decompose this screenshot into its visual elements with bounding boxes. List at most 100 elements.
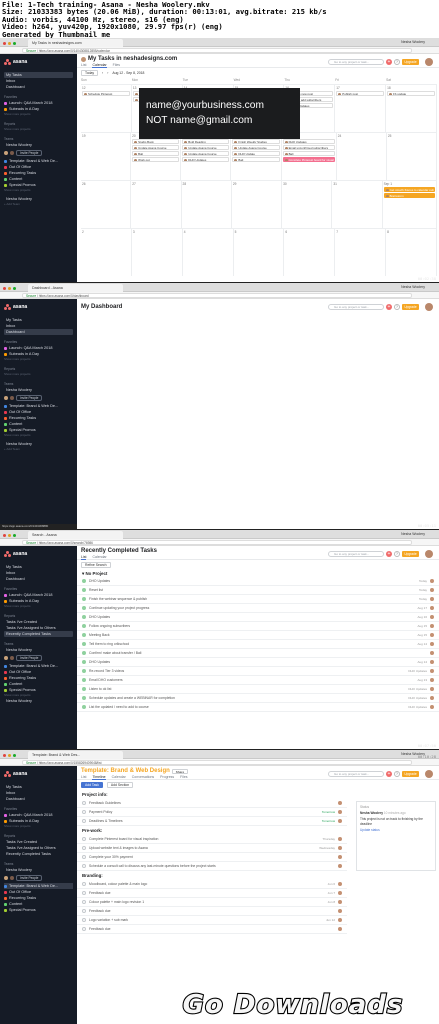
table-row[interactable]: Continue updating your project progress A… [77, 604, 439, 613]
share-button[interactable]: Share [171, 768, 189, 774]
calendar-task[interactable]: Complete Pinterest board for visual [282, 157, 335, 162]
avatar[interactable] [338, 801, 342, 805]
help-icon[interactable]: ? [394, 771, 400, 777]
avatar[interactable] [338, 900, 342, 904]
calendar-day[interactable]: 26 [81, 181, 132, 228]
chevron-left-icon[interactable]: ‹ [102, 71, 103, 75]
browser-tab[interactable]: Template: Brand & Web Des... [28, 751, 123, 759]
tab-files[interactable]: Files [180, 775, 187, 780]
avatar[interactable] [10, 396, 14, 400]
asana-logo[interactable]: asana [4, 769, 73, 779]
search-input[interactable]: Go to any project or task... [328, 771, 384, 777]
avatar[interactable] [430, 624, 434, 628]
table-row[interactable]: Upload website text & images to Asana Wed… [77, 844, 347, 853]
show-more-link[interactable]: Show more projects [4, 604, 73, 609]
section-header[interactable]: Branding: [77, 871, 347, 880]
avatar[interactable] [430, 696, 434, 700]
calendar-task[interactable]: Bali [282, 151, 335, 156]
calendar-day[interactable]: 3 [132, 229, 183, 276]
complete-checkbox[interactable] [82, 810, 86, 814]
browser-tab[interactable]: Search - Asana [28, 531, 123, 539]
show-more-link[interactable]: Show more projects [4, 127, 73, 132]
avatar[interactable] [338, 909, 342, 913]
avatar[interactable] [430, 660, 434, 664]
avatar[interactable] [430, 597, 434, 601]
calendar-task[interactable]: Update Asana Course [182, 151, 230, 156]
table-row[interactable]: Schedule updates and create a WEBINAR fo… [77, 694, 439, 703]
table-row[interactable]: Listen to ok list DHO Updates [77, 685, 439, 694]
complete-checkbox[interactable] [82, 624, 86, 628]
avatar[interactable] [338, 864, 342, 868]
avatar[interactable] [430, 606, 434, 610]
complete-checkbox[interactable] [82, 900, 86, 904]
avatar[interactable] [4, 396, 8, 400]
upgrade-button[interactable]: Upgrade [402, 304, 419, 310]
calendar-day[interactable]: 22Finish Weekly StudiesUpdate Asana Cour… [231, 133, 282, 180]
complete-checkbox[interactable] [82, 909, 86, 913]
avatar[interactable] [430, 687, 434, 691]
team-name[interactable]: Nesha Woolery [4, 698, 73, 704]
calendar-task[interactable]: Studio Book [132, 139, 180, 144]
tab-list[interactable]: List [81, 63, 86, 68]
address-bar[interactable]: Secure | https://app.asana.com/0/search/… [0, 539, 439, 546]
url-field[interactable]: Secure | https://app.asana.com/0/1404308… [22, 48, 412, 53]
table-row[interactable]: Email DHO customers Aug 13 [77, 676, 439, 685]
calendar-task[interactable]: DHO Updates [182, 157, 230, 162]
avatar[interactable] [10, 151, 14, 155]
complete-checkbox[interactable] [82, 687, 86, 691]
complete-checkbox[interactable] [82, 696, 86, 700]
show-more-link[interactable]: Show more projects [4, 357, 73, 362]
add-team-link[interactable]: + Add Team [4, 202, 73, 207]
avatar[interactable] [425, 550, 433, 558]
avatar[interactable] [338, 918, 342, 922]
team-name[interactable]: Nesha Woolery [4, 647, 73, 653]
help-icon[interactable]: ? [394, 304, 400, 310]
asana-logo[interactable]: asana [4, 302, 73, 312]
nav-dashboard[interactable]: Dashboard [4, 84, 73, 90]
table-row[interactable]: Feedback due [77, 907, 347, 916]
table-row[interactable]: Re-record Tier 3 videos DHO Updates [77, 667, 439, 676]
avatar[interactable] [430, 615, 434, 619]
table-row[interactable]: DHO Updates Aug 16 [77, 613, 439, 622]
search-input[interactable]: Go to any project or task... [328, 551, 384, 557]
table-row[interactable]: Complete your 30% payment [77, 853, 347, 862]
complete-checkbox[interactable] [82, 855, 86, 859]
tab-conversations[interactable]: Conversations [132, 775, 154, 780]
calendar-task[interactable]: Publish post [336, 91, 385, 96]
complete-checkbox[interactable] [82, 597, 86, 601]
avatar[interactable] [338, 855, 342, 859]
calendar-task[interactable]: Brainstorm [383, 193, 435, 198]
table-row[interactable]: Moodboard, colour palette & main logo Jun… [77, 880, 347, 889]
url-field[interactable]: Secure | https://app.asana.com/0/1558269… [22, 760, 412, 765]
calendar-task[interactable]: Update Asana Course [232, 145, 280, 150]
avatar[interactable] [338, 837, 342, 841]
complete-checkbox[interactable] [82, 891, 86, 895]
avatar[interactable] [425, 303, 433, 311]
avatar[interactable] [4, 876, 8, 880]
invite-people-button[interactable]: Invite People [16, 395, 43, 401]
table-row[interactable]: Deadlines & Timelines Tomorrow [77, 817, 347, 826]
quick-add-button[interactable]: + [386, 59, 392, 65]
table-row[interactable]: Feedback due [77, 925, 347, 934]
complete-checkbox[interactable] [82, 651, 86, 655]
complete-checkbox[interactable] [82, 819, 86, 823]
table-row[interactable]: Feedback due Jun 7 [77, 889, 347, 898]
complete-checkbox[interactable] [82, 882, 86, 886]
calendar-task[interactable]: Update Asana Course [182, 145, 230, 150]
update-status-link[interactable]: Update status [360, 828, 432, 832]
invite-people-button[interactable]: Invite People [16, 655, 43, 661]
show-more-link[interactable]: Show more projects [4, 112, 73, 117]
avatar[interactable] [430, 678, 434, 682]
complete-checkbox[interactable] [82, 660, 86, 664]
add-team-link[interactable]: + Add Team [4, 447, 73, 452]
chevron-right-icon[interactable]: › [107, 71, 108, 75]
calendar-day[interactable]: 29 [232, 181, 283, 228]
team-name[interactable]: Nesha Woolery [4, 387, 73, 393]
calendar-day[interactable]: Sep 1 Get growth figures to calendar pub B… [383, 181, 437, 228]
window-controls[interactable] [3, 753, 25, 757]
calendar-task[interactable]: Schedule Pinterest [82, 91, 130, 96]
calendar-task[interactable]: Get growth figures to calendar pub [383, 187, 435, 192]
asana-logo[interactable]: asana [4, 57, 73, 67]
complete-checkbox[interactable] [82, 837, 86, 841]
table-row[interactable]: List the updated / need to add to course… [77, 703, 439, 712]
